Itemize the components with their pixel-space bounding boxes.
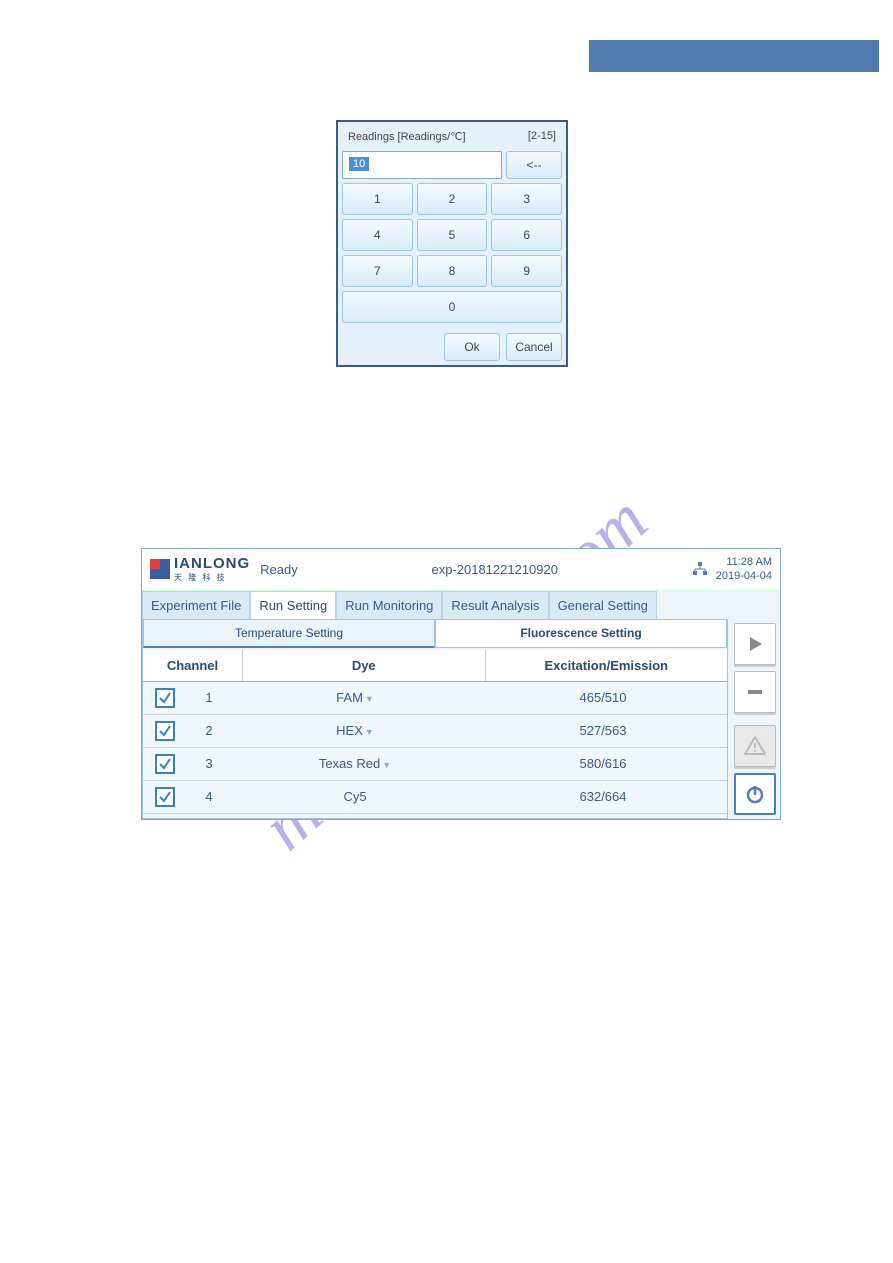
warning-icon [744, 735, 766, 757]
logo-subtitle: 天 隆 科 技 [174, 572, 250, 583]
datetime: 11:28 AM 2019-04-04 [716, 555, 772, 584]
side-buttons [728, 619, 780, 819]
keypad-6[interactable]: 6 [491, 219, 562, 251]
tab-experiment-file[interactable]: Experiment File [142, 591, 250, 619]
channel-number: 1 [187, 690, 231, 705]
readings-value: 10 [349, 157, 369, 171]
dye-select[interactable]: FAM▼ [231, 690, 479, 705]
readings-title-row: Readings [Readings/℃] [2-15] [342, 126, 562, 147]
channel-checkbox[interactable] [155, 688, 175, 708]
excitation-emission-value: 465/510 [479, 690, 727, 705]
status-text: Ready [260, 562, 298, 577]
keypad-7[interactable]: 7 [342, 255, 413, 287]
readings-dialog: Readings [Readings/℃] [2-15] 10 <-- 1 2 … [336, 120, 568, 367]
main-panel: Temperature Setting Fluorescence Setting… [142, 619, 728, 819]
keypad-2[interactable]: 2 [417, 183, 488, 215]
dye-select[interactable]: Texas Red▼ [231, 756, 479, 771]
tab-general-setting[interactable]: General Setting [549, 591, 657, 619]
channel-number: 2 [187, 723, 231, 738]
tab-run-setting[interactable]: Run Setting [250, 591, 336, 619]
chevron-down-icon: ▼ [382, 760, 391, 770]
chevron-down-icon: ▼ [365, 727, 374, 737]
keypad-1[interactable]: 1 [342, 183, 413, 215]
excitation-emission-value: 527/563 [479, 723, 727, 738]
channel-number: 4 [187, 789, 231, 804]
power-icon [744, 783, 766, 805]
subtab-fluorescence[interactable]: Fluorescence Setting [435, 619, 727, 648]
col-excitation-emission: Excitation/Emission [486, 650, 728, 681]
main-tabs: Experiment File Run Setting Run Monitori… [142, 591, 780, 619]
col-dye: Dye [243, 650, 486, 681]
app-window: IANLONG 天 隆 科 技 Ready exp-20181221210920… [141, 548, 781, 820]
readings-title: Readings [Readings/℃] [348, 130, 466, 143]
logo: IANLONG 天 隆 科 技 [150, 555, 250, 583]
minus-icon [746, 683, 764, 701]
date: 2019-04-04 [716, 569, 772, 583]
excitation-emission-value: 632/664 [479, 789, 727, 804]
table-row: 2HEX▼527/563 [143, 715, 727, 748]
tab-run-monitoring[interactable]: Run Monitoring [336, 591, 442, 619]
keypad-9[interactable]: 9 [491, 255, 562, 287]
play-icon [746, 635, 764, 653]
keypad-3[interactable]: 3 [491, 183, 562, 215]
keypad-8[interactable]: 8 [417, 255, 488, 287]
play-button[interactable] [734, 623, 776, 665]
ok-button[interactable]: Ok [444, 333, 500, 361]
time: 11:28 AM [716, 555, 772, 569]
experiment-name: exp-20181221210920 [298, 562, 692, 577]
subtab-temperature[interactable]: Temperature Setting [143, 619, 435, 648]
readings-input[interactable]: 10 [342, 151, 502, 179]
tab-result-analysis[interactable]: Result Analysis [442, 591, 548, 619]
readings-range: [2-15] [528, 130, 556, 143]
backspace-button[interactable]: <-- [506, 151, 562, 179]
page-header-banner [589, 40, 879, 72]
table-row: 3Texas Red▼580/616 [143, 748, 727, 781]
channel-checkbox[interactable] [155, 721, 175, 741]
power-button[interactable] [734, 773, 776, 815]
channel-checkbox[interactable] [155, 787, 175, 807]
excitation-emission-value: 580/616 [479, 756, 727, 771]
stop-button[interactable] [734, 671, 776, 713]
col-channel: Channel [143, 650, 243, 681]
channel-checkbox[interactable] [155, 754, 175, 774]
dye-select[interactable]: HEX▼ [231, 723, 479, 738]
dye-select[interactable]: Cy5 [231, 789, 479, 804]
warning-button[interactable] [734, 725, 776, 767]
keypad-4[interactable]: 4 [342, 219, 413, 251]
cancel-button[interactable]: Cancel [506, 333, 562, 361]
fluorescence-table: Channel Dye Excitation/Emission 1FAM▼465… [143, 650, 727, 814]
chevron-down-icon: ▼ [365, 694, 374, 704]
network-icon [692, 561, 708, 577]
channel-number: 3 [187, 756, 231, 771]
app-header: IANLONG 天 隆 科 技 Ready exp-20181221210920… [142, 549, 780, 591]
logo-text: IANLONG [174, 555, 250, 572]
table-row: 1FAM▼465/510 [143, 682, 727, 715]
keypad-5[interactable]: 5 [417, 219, 488, 251]
keypad-0[interactable]: 0 [342, 291, 562, 323]
table-row: 4Cy5632/664 [143, 781, 727, 814]
logo-icon [150, 559, 170, 579]
